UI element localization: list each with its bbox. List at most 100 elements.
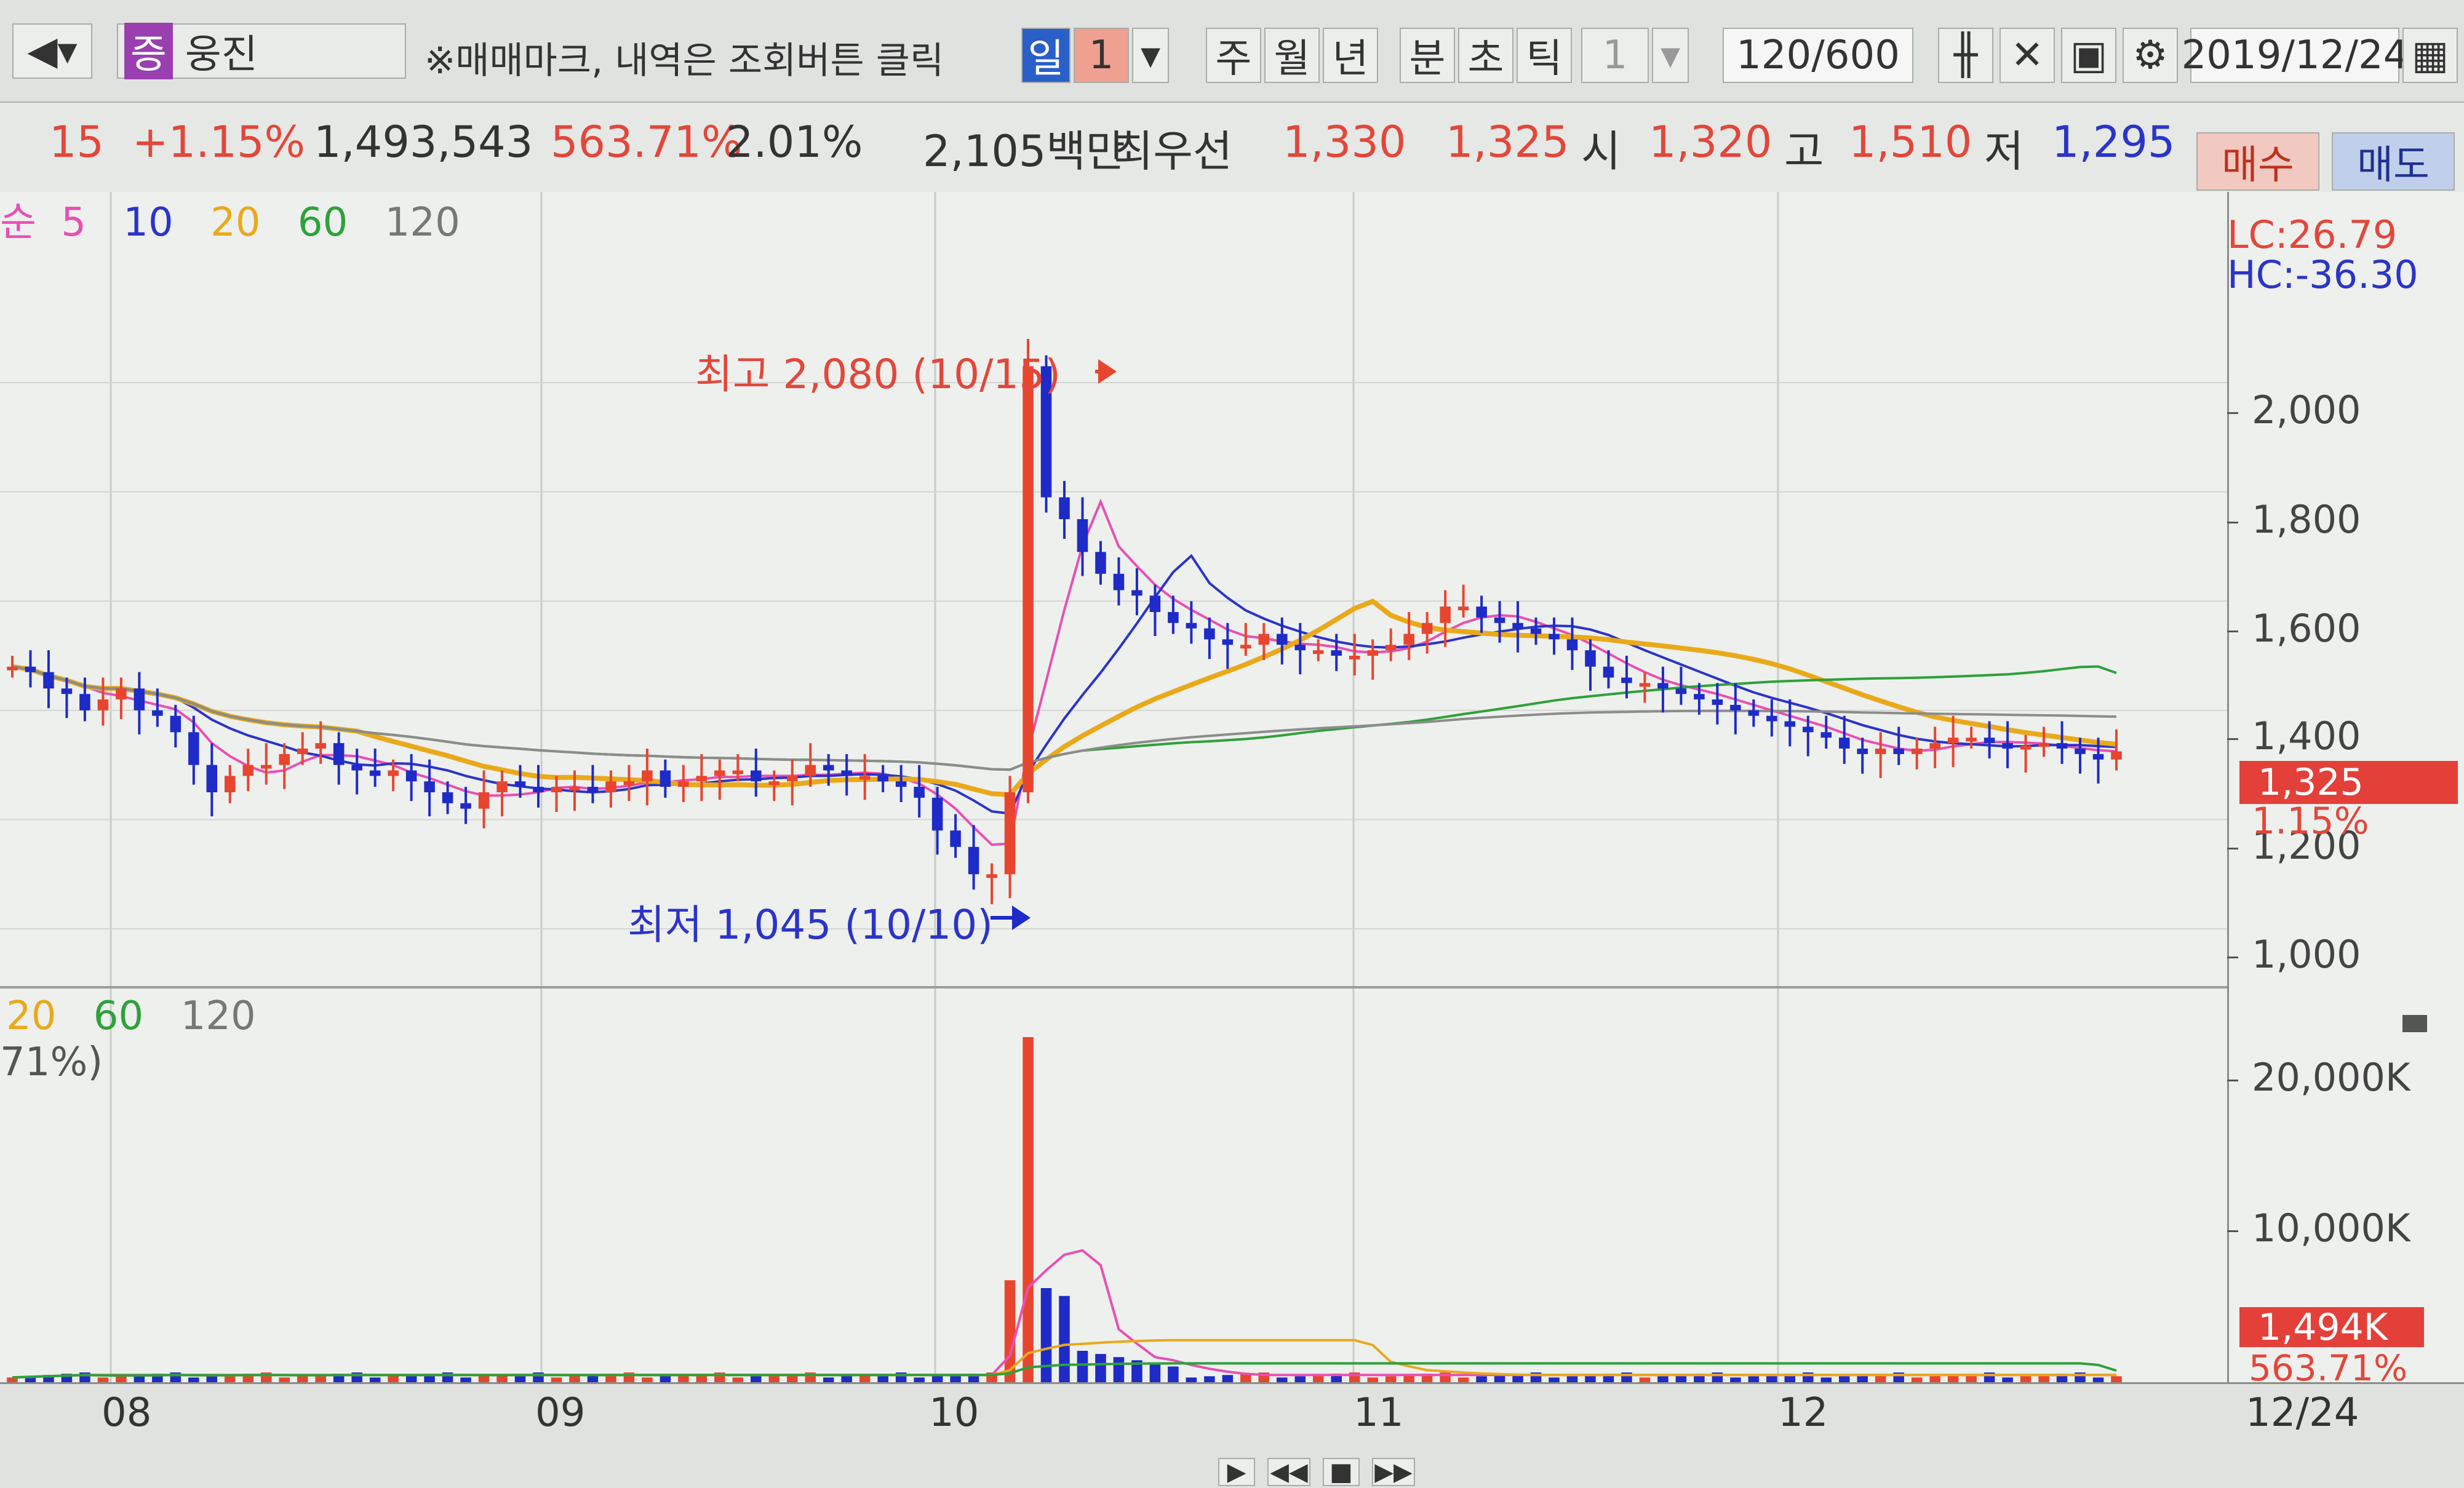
tab-month[interactable]: 월: [1264, 28, 1320, 83]
candle-body: [1367, 650, 1378, 656]
volume-legend: 20 60 120: [6, 993, 256, 1039]
candle-body: [1004, 792, 1016, 875]
candle-body: [1258, 634, 1270, 645]
tab-day[interactable]: 일: [1021, 28, 1071, 83]
candle-body: [805, 765, 816, 776]
volume-bar: [97, 1377, 109, 1382]
candle-body: [514, 781, 526, 787]
candle-body: [2092, 754, 2104, 760]
volume-bars: [7, 1037, 2122, 1382]
volume-bar: [841, 1376, 852, 1382]
price-volume-chart[interactable]: [0, 192, 2227, 1382]
candle-body: [768, 781, 780, 786]
candle-body: [61, 688, 73, 694]
candle-body: [1712, 699, 1723, 705]
rewind-icon[interactable]: ◀◀: [1267, 1458, 1310, 1486]
candle-body: [2020, 746, 2031, 750]
buy-button[interactable]: 매수: [2196, 132, 2319, 191]
tick-dropdown-icon[interactable]: ▾: [1652, 28, 1689, 83]
tab-tick[interactable]: 틱: [1517, 28, 1572, 83]
candle-body: [623, 781, 635, 786]
candle-body: [823, 765, 834, 771]
candle-body: [116, 688, 127, 700]
volume-bar: [188, 1377, 199, 1382]
tab-year[interactable]: 년: [1323, 28, 1378, 83]
stop-icon[interactable]: ■: [1323, 1458, 1360, 1486]
candle-body: [1186, 623, 1197, 629]
candle-body: [333, 743, 345, 765]
candle-body: [1113, 573, 1125, 591]
settings-gear-icon[interactable]: ⚙: [2123, 28, 2178, 83]
candle-body: [2111, 751, 2122, 760]
volume-bar: [1168, 1366, 1179, 1382]
panel-close-icon[interactable]: [2402, 1015, 2427, 1032]
candle-body: [1530, 628, 1542, 634]
volume-bar: [1820, 1377, 1832, 1382]
xlabel-aug: 08: [102, 1390, 152, 1436]
line-tool-icon[interactable]: ✕: [2000, 28, 2055, 83]
candle-body: [2075, 748, 2086, 754]
candle-body: [97, 699, 109, 710]
ytick-1800: 1,800: [2227, 497, 2361, 542]
volume-bar: [2092, 1377, 2104, 1382]
candle-body: [188, 732, 199, 765]
play-icon[interactable]: ▶: [1218, 1458, 1255, 1486]
legend-ma60: 60: [297, 200, 348, 245]
candle-body: [1077, 519, 1088, 552]
candle-body: [1059, 497, 1070, 519]
candle-body: [1585, 650, 1596, 667]
candle-body: [1838, 738, 1850, 749]
candle-body: [1675, 688, 1687, 694]
candle-body: [1312, 650, 1324, 654]
period-count[interactable]: 1: [1074, 28, 1129, 83]
best-quote-label: 최우선: [1114, 126, 1233, 177]
candle-body: [1766, 715, 1777, 722]
volume-bar: [1549, 1377, 1560, 1382]
candle-body: [388, 770, 399, 776]
volume-bar: [551, 1377, 562, 1382]
tab-second[interactable]: 초: [1458, 28, 1513, 83]
legend-ma20: 20: [210, 200, 261, 245]
calendar-icon[interactable]: ▦: [2402, 28, 2458, 83]
xlabel-dec: 12: [1778, 1390, 1828, 1436]
candle-body: [1331, 650, 1342, 656]
candle-body: [1911, 748, 1923, 754]
volume-bar: [732, 1377, 744, 1382]
candle-body: [1639, 683, 1651, 687]
candle-body: [660, 770, 671, 787]
low-arrow-head: [1012, 905, 1031, 930]
date-field[interactable]: 2019/12/24: [2182, 28, 2408, 83]
volume-bar: [1639, 1377, 1651, 1382]
volume-bar: [1457, 1377, 1469, 1382]
candle-body: [315, 743, 326, 749]
candle-body: [1476, 607, 1487, 618]
volume-bar: [279, 1377, 290, 1382]
candle-body: [696, 776, 708, 782]
candle-type-icon[interactable]: ╫: [1938, 28, 1993, 83]
candle-body: [533, 787, 544, 792]
open-price: 1,320: [1649, 117, 1772, 167]
candle-body: [1240, 645, 1251, 649]
volume-bar: [569, 1376, 580, 1382]
candle-body: [931, 797, 943, 831]
sound-icon[interactable]: ◀▾: [12, 23, 92, 79]
candle-body: [152, 710, 163, 716]
count-field[interactable]: 120/600: [1723, 28, 1913, 83]
volume-bar: [660, 1376, 671, 1382]
tick-count[interactable]: 1: [1581, 28, 1649, 83]
candle-body: [1803, 726, 1814, 733]
legend-ma120: 120: [385, 200, 460, 245]
stock-selector[interactable]: 증 웅진: [117, 23, 406, 79]
legend-ma10: 10: [123, 200, 173, 245]
change-percent: +1.15%: [132, 117, 306, 167]
volume-bar: [1077, 1351, 1088, 1382]
tab-minute[interactable]: 분: [1400, 28, 1455, 83]
sell-button[interactable]: 매도: [2332, 132, 2455, 191]
fast-forward-icon[interactable]: ▶▶: [1372, 1458, 1415, 1486]
candle-body: [1294, 645, 1306, 651]
tab-week[interactable]: 주: [1206, 28, 1261, 83]
candle-body: [551, 787, 562, 792]
vol-legend-ma60: 60: [93, 993, 144, 1039]
save-icon[interactable]: ▣: [2061, 28, 2116, 83]
period-dropdown-icon[interactable]: ▾: [1132, 28, 1169, 83]
